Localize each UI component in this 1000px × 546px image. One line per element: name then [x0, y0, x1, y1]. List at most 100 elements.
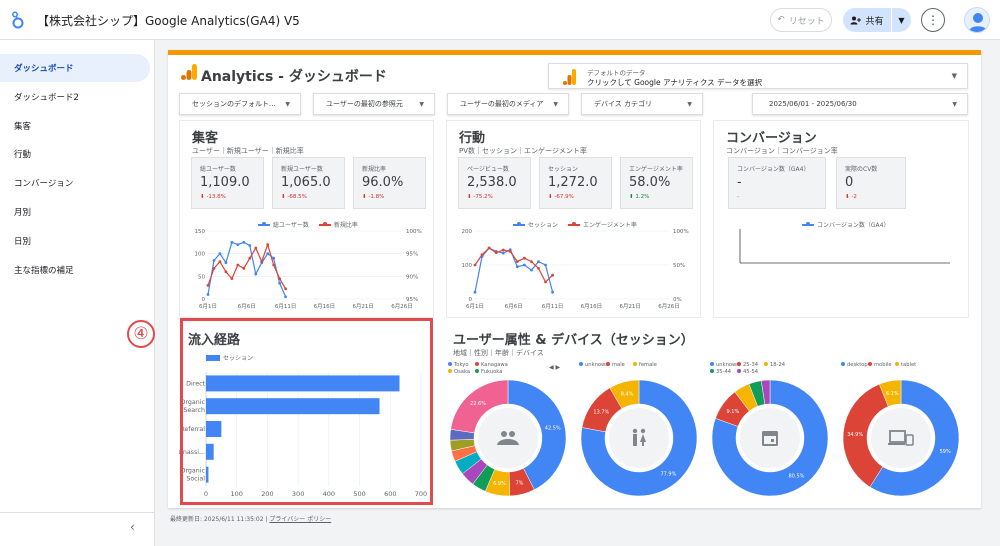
- chevron-down-icon: ▼: [951, 72, 957, 80]
- filter-first-user-medium[interactable]: ユーザーの最初のメディア ▼: [447, 93, 569, 115]
- legend-dot: [710, 362, 714, 366]
- sidebar-item-acquisition[interactable]: 集客: [0, 112, 150, 140]
- data-source-prompt: クリックして Google アナリティクス データを選択: [587, 78, 763, 87]
- slice-label: 59%: [940, 449, 951, 455]
- date-range-picker[interactable]: 2025/06/01 - 2025/06/30 ▼: [752, 93, 968, 115]
- x-tick-label: 6月1日: [466, 303, 484, 310]
- kpi-total-users[interactable]: 総ユーザー数 1,109.0 ⬇ -13.8%: [191, 157, 264, 209]
- data-point: [224, 270, 228, 274]
- slice-label: 34.9%: [847, 432, 863, 438]
- y-tick-label: 150: [195, 229, 206, 235]
- data-point: [278, 277, 282, 280]
- sidebar-item-metrics-notes[interactable]: 主な指標の補足: [0, 256, 150, 284]
- data-source-selector[interactable]: デフォルトのデータ クリックして Google アナリティクス データを選択 ▼: [548, 63, 968, 89]
- kpi-value: -: [737, 175, 742, 190]
- y-tick-label-right: 95%: [406, 252, 418, 258]
- reset-button[interactable]: ↶ リセット: [770, 8, 832, 32]
- legend-dot: [579, 362, 583, 366]
- share-button[interactable]: 共有: [843, 14, 891, 27]
- filter-label: ユーザーの最初のメディア: [460, 100, 544, 108]
- kpi-sessions[interactable]: セッション 1,272.0 ⬇ -67.9%: [539, 157, 612, 209]
- chevron-down-icon: ▼: [285, 100, 290, 108]
- behavior-subtitle: PV数｜セッション｜エンゲージメント率: [459, 147, 587, 155]
- filter-device-category[interactable]: デバイス カテゴリ ▼: [581, 93, 703, 115]
- acquisition-line-chart[interactable]: 0 50 100 150 95% 90% 95% 100% 6月1日 6月6日 6月11日 6月16日…: [180, 225, 435, 317]
- kpi-engagement-rate[interactable]: エンゲージメント率 58.0% ⬆ 1.2%: [620, 157, 693, 209]
- share-button-group[interactable]: 共有 ▼: [843, 8, 911, 32]
- behavior-line-chart[interactable]: 0 100 200 0% 50% 100% 6月1日 6月6日 6月11日 6月16日 6月21日 6…: [447, 225, 702, 317]
- conversion-line-chart[interactable]: [714, 225, 970, 317]
- legend-dot: [868, 362, 872, 366]
- sidebar-item-conversion[interactable]: コンバージョン: [0, 169, 150, 197]
- donut-center: [478, 408, 538, 468]
- data-point: [248, 244, 252, 247]
- data-point: [515, 260, 519, 263]
- legend-pager[interactable]: ◀ ▶: [549, 364, 560, 371]
- data-point: [242, 267, 246, 270]
- x-tick-label: 6月1日: [199, 303, 217, 310]
- demographics-donut-charts[interactable]: 42.5% 7% 6.9% 22.6% Tokyo Kanagawa Osaka Fukuok…: [446, 357, 969, 507]
- legend-dot: [764, 362, 768, 366]
- x-tick-label: 6月16日: [581, 303, 603, 310]
- series-line: [207, 242, 287, 290]
- legend-label: 18-24: [770, 362, 786, 368]
- data-point: [544, 280, 547, 284]
- legend-label: Osaka: [454, 369, 470, 375]
- legend-dot: [606, 362, 610, 366]
- filter-first-user-source[interactable]: ユーザーの最初の参照元 ▼: [313, 93, 435, 115]
- sidebar-item-monthly[interactable]: 月別: [0, 198, 150, 226]
- more-options-icon[interactable]: ⋮: [921, 8, 945, 32]
- date-range-label: 2025/06/01 - 2025/06/30: [769, 100, 857, 108]
- data-point: [501, 248, 505, 252]
- slice-label: 6.9%: [493, 481, 506, 487]
- sidebar-item-dashboard[interactable]: ダッシュボード: [0, 54, 150, 82]
- filter-session-default-channel[interactable]: セッションのデフォルト... ▼: [179, 93, 301, 115]
- legend-label: 45-54: [743, 369, 759, 375]
- slice-label: 7%: [515, 481, 523, 487]
- y-tick-label-right: 0%: [673, 297, 682, 303]
- gender-icon: [633, 434, 637, 446]
- legend-dot: [710, 369, 714, 373]
- kpi-label: エンゲージメント率: [629, 166, 683, 173]
- data-point: [266, 243, 270, 246]
- data-point: [212, 259, 216, 262]
- collapse-sidebar-icon[interactable]: ‹: [130, 520, 135, 534]
- acquisition-subtitle: ユーザー｜新規ユーザー｜新規比率: [192, 147, 304, 155]
- demographics-panel: ユーザー属性 & デバイス（セッション） 地域｜性別｜年齢｜デバイス 42.5%…: [446, 319, 969, 507]
- kpi-value: 1,109.0: [200, 175, 250, 190]
- sidebar-item-dashboard2[interactable]: ダッシュボード2: [0, 83, 150, 111]
- kpi-pageviews[interactable]: ページビュー数 2,538.0 ⬇ -75.2%: [458, 157, 531, 209]
- data-point: [278, 281, 282, 285]
- legend-label: Kanagawa: [481, 362, 508, 368]
- data-point: [242, 240, 246, 244]
- kpi-new-users[interactable]: 新規ユーザー数 1,065.0 ⬇ -68.5%: [272, 157, 345, 209]
- filter-label: セッションのデフォルト...: [192, 100, 276, 108]
- kpi-delta: ⬆ 1.2%: [629, 194, 650, 200]
- avatar[interactable]: [964, 7, 990, 33]
- data-point: [272, 256, 276, 260]
- sidebar-divider: [0, 512, 155, 513]
- legend-label: 35-44: [716, 369, 732, 375]
- kpi-new-user-ratio[interactable]: 新規比率 96.0% ⬇ -1.8%: [353, 157, 426, 209]
- sidebar-item-daily[interactable]: 日別: [0, 227, 150, 255]
- kpi-delta: ⬇ -67.9%: [548, 194, 574, 200]
- kpi-actual-cv[interactable]: 実際のCV数 0 ⬇ -2: [836, 157, 906, 209]
- reset-label: リセット: [788, 16, 825, 27]
- data-point: [206, 284, 210, 287]
- report-title[interactable]: 【株式会社シップ】Google Analytics(GA4) V5: [37, 12, 300, 29]
- legend-label: unknown: [716, 362, 740, 368]
- kpi-ga4-conversions[interactable]: コンバージョン数（GA4） - -: [728, 157, 826, 209]
- slice-label: 80.5%: [789, 474, 805, 480]
- share-dropdown-icon[interactable]: ▼: [891, 8, 911, 32]
- kpi-label: 総ユーザー数: [200, 166, 236, 173]
- legend-label: Tokyo: [453, 362, 469, 368]
- acquisition-title: 集客: [192, 131, 219, 146]
- kpi-delta: ⬇ -2: [845, 194, 857, 200]
- kpi-delta: ⬇ -13.8%: [200, 194, 226, 200]
- gender-icon: [632, 428, 638, 434]
- people-icon: [501, 431, 507, 437]
- behavior-title: 行動: [459, 131, 486, 146]
- data-point: [218, 252, 222, 256]
- privacy-policy-link[interactable]: プライバシー ポリシー: [269, 516, 331, 523]
- sidebar-item-behavior[interactable]: 行動: [0, 140, 150, 168]
